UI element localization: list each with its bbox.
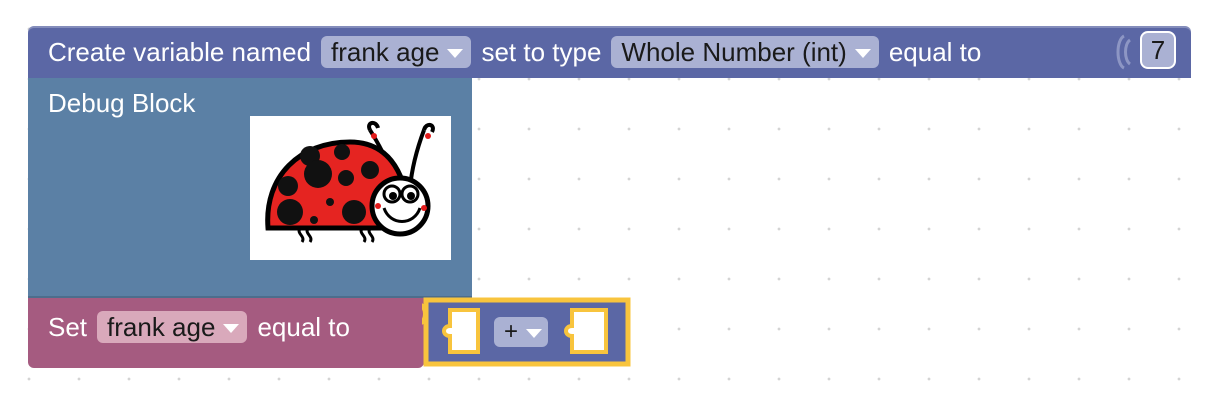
debug-block[interactable]: Debug Block <box>28 78 472 298</box>
math-operator-block[interactable]: + <box>417 296 632 368</box>
ladybug-icon <box>265 121 435 243</box>
variable-name-dropdown[interactable]: frank age <box>321 36 472 68</box>
dropdown-arrow-icon <box>447 49 464 58</box>
dropdown-arrow-icon <box>854 49 871 58</box>
set-to-type-label: set to type <box>481 36 602 67</box>
debug-block-label: Debug Block <box>48 88 196 118</box>
variable-type-value: Whole Number (int) <box>621 36 847 67</box>
operator-value: + <box>504 318 519 345</box>
dropdown-arrow-icon <box>223 324 240 333</box>
dropdown-arrow-icon <box>526 329 543 338</box>
variable-name-value: frank age <box>331 36 440 67</box>
operator-dropdown[interactable]: + <box>494 317 549 347</box>
variable-type-dropdown[interactable]: Whole Number (int) <box>611 36 879 68</box>
set-label: Set <box>48 311 88 342</box>
set-variable-name-dropdown[interactable]: frank age <box>97 311 248 343</box>
value-socket[interactable]: 7 <box>1134 30 1182 70</box>
number-value-field[interactable]: 7 <box>1142 33 1174 67</box>
create-variable-block[interactable]: Create variable named frank age set to t… <box>28 26 1191 78</box>
create-variable-label: Create variable named <box>48 36 312 67</box>
set-equal-to-label: equal to <box>257 311 350 342</box>
equal-to-label: equal to <box>888 36 982 67</box>
ladybug-image <box>250 116 451 260</box>
set-variable-name-value: frank age <box>107 311 216 342</box>
set-variable-block[interactable]: Set frank age equal to <box>28 298 424 368</box>
blockly-workspace[interactable]: Create variable named frank age set to t… <box>0 0 1220 402</box>
